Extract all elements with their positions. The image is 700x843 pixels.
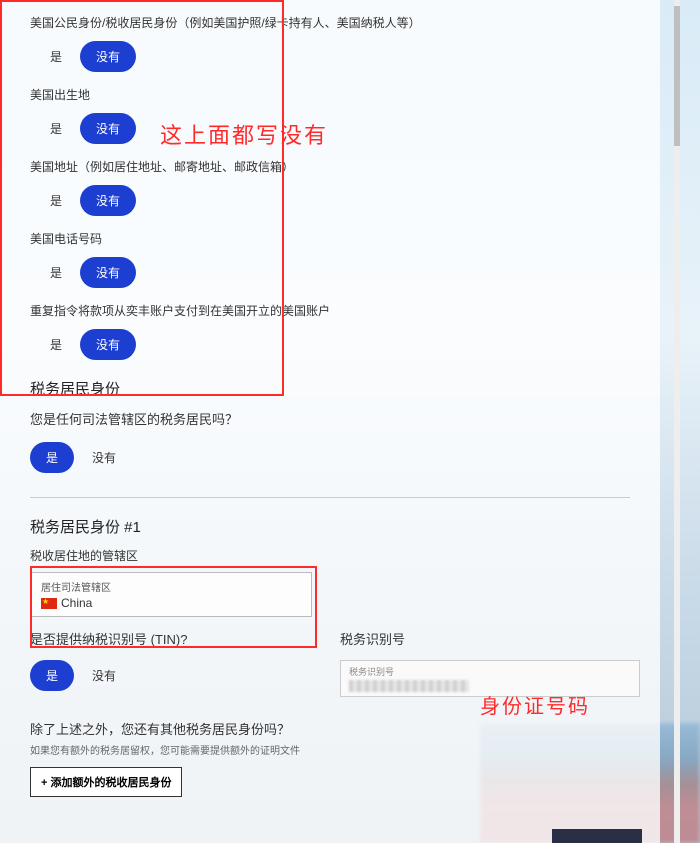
more-residencies-disclaimer: 如果您有额外的税务居留权，您可能需要提供额外的证明文件 (30, 742, 630, 757)
question-label: 美国出生地 (30, 86, 630, 103)
option-no-selected[interactable]: 没有 (80, 257, 136, 288)
question-label: 美国地址（例如居住地址、邮寄地址、邮政信箱） (30, 158, 630, 175)
option-no-selected[interactable]: 没有 (80, 329, 136, 360)
option-no-selected[interactable]: 没有 (80, 113, 136, 144)
section-tax-residency-title: 税务居民身份 (30, 378, 630, 399)
tax-residency-question: 您是任何司法管辖区的税务居民吗？ (30, 409, 630, 428)
option-no[interactable]: 没有 (92, 667, 116, 684)
tin-input[interactable]: 税务识别号 (340, 660, 640, 697)
jurisdiction-label: 税收居住地的管辖区 (30, 547, 630, 564)
option-no-selected[interactable]: 没有 (80, 41, 136, 72)
option-no[interactable]: 没有 (92, 449, 116, 466)
option-yes-selected[interactable]: 是 (30, 442, 74, 473)
jurisdiction-value: China (61, 596, 92, 610)
q-us-address: 美国地址（例如居住地址、邮寄地址、邮政信箱） 是 没有 (30, 158, 630, 216)
question-label: 美国公民身份/税收居民身份（例如美国护照/绿卡持有人、美国纳税人等） (30, 14, 630, 31)
tin-provide-question: 是否提供纳税识别号 (TIN)? (30, 629, 270, 648)
option-yes[interactable]: 是 (50, 120, 62, 137)
scrollbar-track[interactable] (674, 0, 680, 843)
option-yes[interactable]: 是 (50, 48, 62, 65)
china-flag-icon (41, 598, 57, 609)
question-label: 重复指令将款项从奕丰账户支付到在美国开立的美国账户 (30, 302, 630, 319)
divider (30, 497, 630, 498)
tin-hint: 税务识别号 (349, 665, 631, 678)
section-tax-residency-1-title: 税务居民身份 #1 (30, 516, 630, 537)
q-us-phone: 美国电话号码 是 没有 (30, 230, 630, 288)
jurisdiction-select[interactable]: 居住司法管辖区 China (30, 572, 312, 617)
bottom-bar-button[interactable] (552, 829, 642, 843)
option-yes[interactable]: 是 (50, 336, 62, 353)
more-residencies-question: 除了上述之外，您还有其他税务居民身份吗？ (30, 719, 630, 738)
jurisdiction-hint: 居住司法管辖区 (41, 579, 301, 594)
scrollbar-thumb[interactable] (674, 6, 680, 146)
option-yes-selected[interactable]: 是 (30, 660, 74, 691)
q-us-birthplace: 美国出生地 是 没有 (30, 86, 630, 144)
tin-label: 税务识别号 (340, 629, 640, 648)
add-tax-residency-button[interactable]: + 添加额外的税收居民身份 (30, 767, 182, 797)
option-yes[interactable]: 是 (50, 264, 62, 281)
tin-value-redacted (349, 680, 469, 692)
q-us-standing-order: 重复指令将款项从奕丰账户支付到在美国开立的美国账户 是 没有 (30, 302, 630, 360)
q-us-citizenship: 美国公民身份/税收居民身份（例如美国护照/绿卡持有人、美国纳税人等） 是 没有 (30, 14, 630, 72)
question-label: 美国电话号码 (30, 230, 630, 247)
option-no-selected[interactable]: 没有 (80, 185, 136, 216)
option-yes[interactable]: 是 (50, 192, 62, 209)
